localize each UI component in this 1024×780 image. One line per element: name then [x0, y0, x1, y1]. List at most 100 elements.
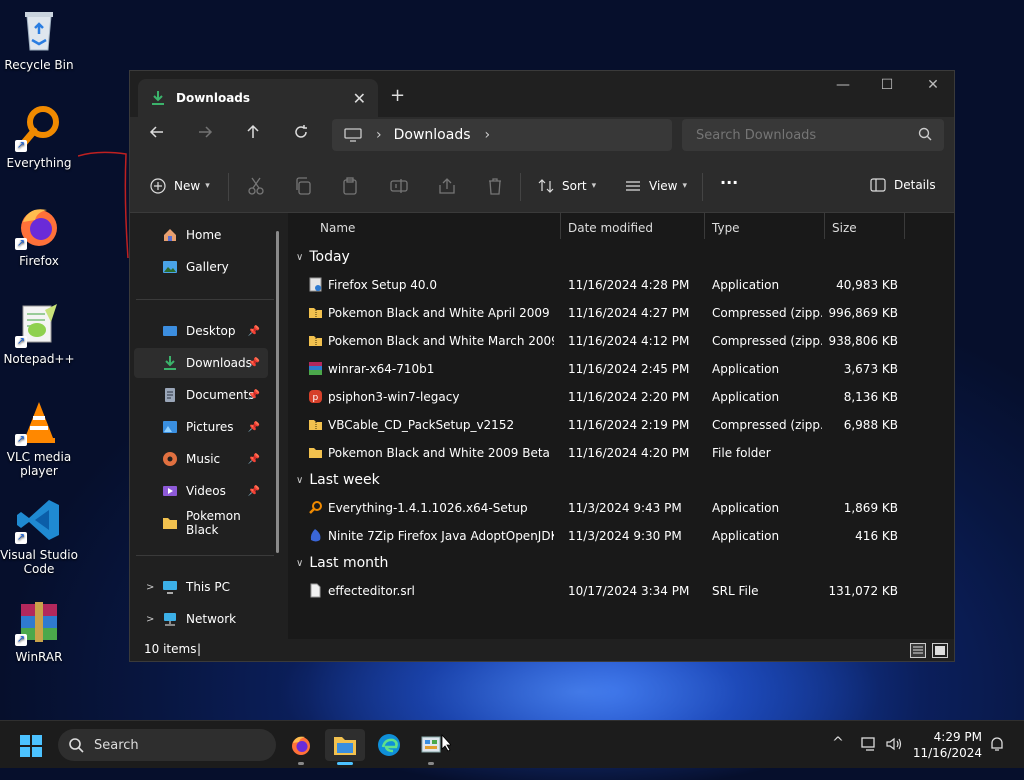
desktop-icon-winrar[interactable]: ↗ WinRAR: [0, 592, 78, 664]
sidebar-item-pictures[interactable]: Pictures 📌: [134, 412, 268, 442]
table-row[interactable]: Pokemon Black and White April 2009 Bet..…: [288, 299, 954, 327]
pin-icon[interactable]: 📌: [248, 454, 260, 465]
table-row[interactable]: Pokemon Black and White March 2009 B... …: [288, 327, 954, 355]
table-row[interactable]: Ninite 7Zip Firefox Java AdoptOpenJDK x.…: [288, 522, 954, 550]
details-view-icon[interactable]: [910, 643, 926, 658]
sidebar-item-desktop[interactable]: Desktop 📌: [134, 316, 268, 346]
breadcrumb-separator[interactable]: ›: [485, 127, 491, 143]
table-row[interactable]: VBCable_CD_PackSetup_v2152 11/16/2024 2:…: [288, 411, 954, 439]
rename-icon[interactable]: [389, 176, 409, 196]
taskbar-app-firefox[interactable]: [281, 729, 321, 765]
view-button[interactable]: View ▾: [625, 178, 687, 194]
close-window-button[interactable]: ✕: [910, 77, 956, 93]
new-tab-button[interactable]: +: [390, 85, 405, 106]
chevron-right-icon[interactable]: >: [146, 614, 154, 625]
breadcrumb-separator[interactable]: ›: [376, 127, 382, 143]
column-header-name[interactable]: Name: [320, 213, 355, 243]
cut-icon[interactable]: [246, 176, 266, 196]
pin-icon[interactable]: 📌: [248, 486, 260, 497]
sidebar-item-network[interactable]: > Network: [134, 604, 268, 634]
sidebar-item-pokemon-black[interactable]: Pokemon Black: [134, 508, 268, 538]
pin-icon[interactable]: 📌: [248, 422, 260, 433]
new-button[interactable]: New ▾: [150, 178, 210, 194]
windows-start-icon[interactable]: [20, 735, 42, 757]
column-separator[interactable]: [560, 213, 561, 239]
column-separator[interactable]: [704, 213, 705, 239]
desktop-icon-vscode[interactable]: ↗ Visual Studio Code: [0, 490, 78, 576]
tiles-view-icon[interactable]: [932, 643, 948, 658]
file-date: 11/3/2024 9:30 PM: [568, 529, 682, 543]
taskbar-app-file-explorer[interactable]: [325, 729, 365, 765]
refresh-button[interactable]: [289, 123, 313, 147]
desktop-icon-notepad-plus[interactable]: ↗ Notepad++: [0, 294, 78, 366]
more-options-button[interactable]: ···: [720, 173, 738, 192]
desktop-icon-recycle-bin[interactable]: Recycle Bin: [0, 0, 78, 72]
item-count: 10 items: [144, 642, 197, 656]
desktop-icon-everything[interactable]: ↗ Everything: [0, 98, 78, 170]
sidebar-item-home[interactable]: Home: [134, 220, 268, 250]
forward-button[interactable]: [193, 123, 217, 147]
breadcrumb-downloads[interactable]: Downloads: [394, 127, 471, 143]
toolbar-divider: [702, 173, 703, 201]
sidebar-item-gallery[interactable]: Gallery: [134, 252, 268, 282]
pin-icon[interactable]: 📌: [248, 390, 260, 401]
delete-icon[interactable]: [485, 176, 505, 196]
column-header-size[interactable]: Size: [832, 213, 857, 243]
table-row[interactable]: p psiphon3-win7-legacy 11/16/2024 2:20 P…: [288, 383, 954, 411]
table-row[interactable]: effecteditor.srl 10/17/2024 3:34 PM SRL …: [288, 577, 954, 605]
tab-downloads[interactable]: Downloads ✕: [138, 79, 378, 117]
shortcut-arrow-icon: ↗: [15, 336, 27, 348]
pin-icon[interactable]: 📌: [248, 326, 260, 337]
system-clock[interactable]: 4:29 PM 11/16/2024: [912, 729, 982, 761]
minimize-button[interactable]: —: [820, 77, 866, 93]
address-bar[interactable]: › Downloads ›: [332, 119, 672, 151]
table-row[interactable]: Pokemon Black and White 2009 Beta Buil..…: [288, 439, 954, 467]
sidebar-item-label: Videos: [186, 484, 226, 498]
column-separator[interactable]: [904, 213, 905, 239]
installer-icon: [309, 277, 322, 292]
column-separator[interactable]: [824, 213, 825, 239]
show-hidden-icons-button[interactable]: ^: [829, 735, 847, 753]
group-header-last-month[interactable]: ∨ Last month: [296, 555, 388, 571]
sort-button[interactable]: Sort ▾: [538, 178, 596, 194]
search-icon[interactable]: [918, 127, 932, 141]
copy-icon[interactable]: [293, 176, 313, 196]
taskbar-search[interactable]: Search: [58, 729, 276, 761]
desktop-icon-label: Everything: [6, 156, 72, 170]
group-header-last-week[interactable]: ∨ Last week: [296, 472, 380, 488]
close-tab-icon[interactable]: ✕: [353, 89, 366, 108]
taskbar-app-edge[interactable]: [369, 729, 409, 761]
group-header-today[interactable]: ∨ Today: [296, 249, 350, 265]
pin-icon[interactable]: 📌: [248, 358, 260, 369]
table-row[interactable]: Firefox Setup 40.0 11/16/2024 4:28 PM Ap…: [288, 271, 954, 299]
network-status-icon[interactable]: [860, 735, 878, 753]
chevron-right-icon[interactable]: >: [146, 582, 154, 593]
sidebar-item-downloads[interactable]: Downloads 📌: [134, 348, 268, 378]
sidebar-item-videos[interactable]: Videos 📌: [134, 476, 268, 506]
sidebar-scrollbar[interactable]: [276, 231, 279, 553]
notification-bell-icon[interactable]: [988, 735, 1006, 753]
title-bar[interactable]: Downloads ✕ + — ☐ ✕: [130, 71, 954, 117]
monitor-icon: [344, 128, 362, 142]
desktop-icon-firefox[interactable]: ↗ Firefox: [0, 196, 78, 268]
column-header-type[interactable]: Type: [712, 213, 740, 243]
sidebar-item-documents[interactable]: Documents 📌: [134, 380, 268, 410]
file-type: Compressed (zipp...: [712, 306, 822, 320]
paste-icon[interactable]: [340, 176, 360, 196]
column-header-date[interactable]: Date modified: [568, 213, 653, 243]
table-row[interactable]: winrar-x64-710b1 11/16/2024 2:45 PM Appl…: [288, 355, 954, 383]
share-icon[interactable]: [437, 176, 457, 196]
group-label: Last week: [309, 472, 380, 488]
maximize-button[interactable]: ☐: [864, 77, 910, 93]
desktop-icon-vlc[interactable]: ↗ VLC media player: [0, 392, 78, 478]
back-button[interactable]: [145, 123, 169, 147]
search-input[interactable]: [682, 119, 944, 151]
volume-icon[interactable]: [885, 735, 903, 753]
desktop-icon-label: WinRAR: [15, 650, 63, 664]
file-explorer-window[interactable]: Downloads ✕ + — ☐ ✕ › Downloads › Search…: [129, 70, 955, 662]
sidebar-item-music[interactable]: Music 📌: [134, 444, 268, 474]
sidebar-item-this-pc[interactable]: > This PC: [134, 572, 268, 602]
details-pane-button[interactable]: Details: [870, 178, 936, 192]
up-button[interactable]: [241, 123, 265, 147]
table-row[interactable]: Everything-1.4.1.1026.x64-Setup 11/3/202…: [288, 494, 954, 522]
